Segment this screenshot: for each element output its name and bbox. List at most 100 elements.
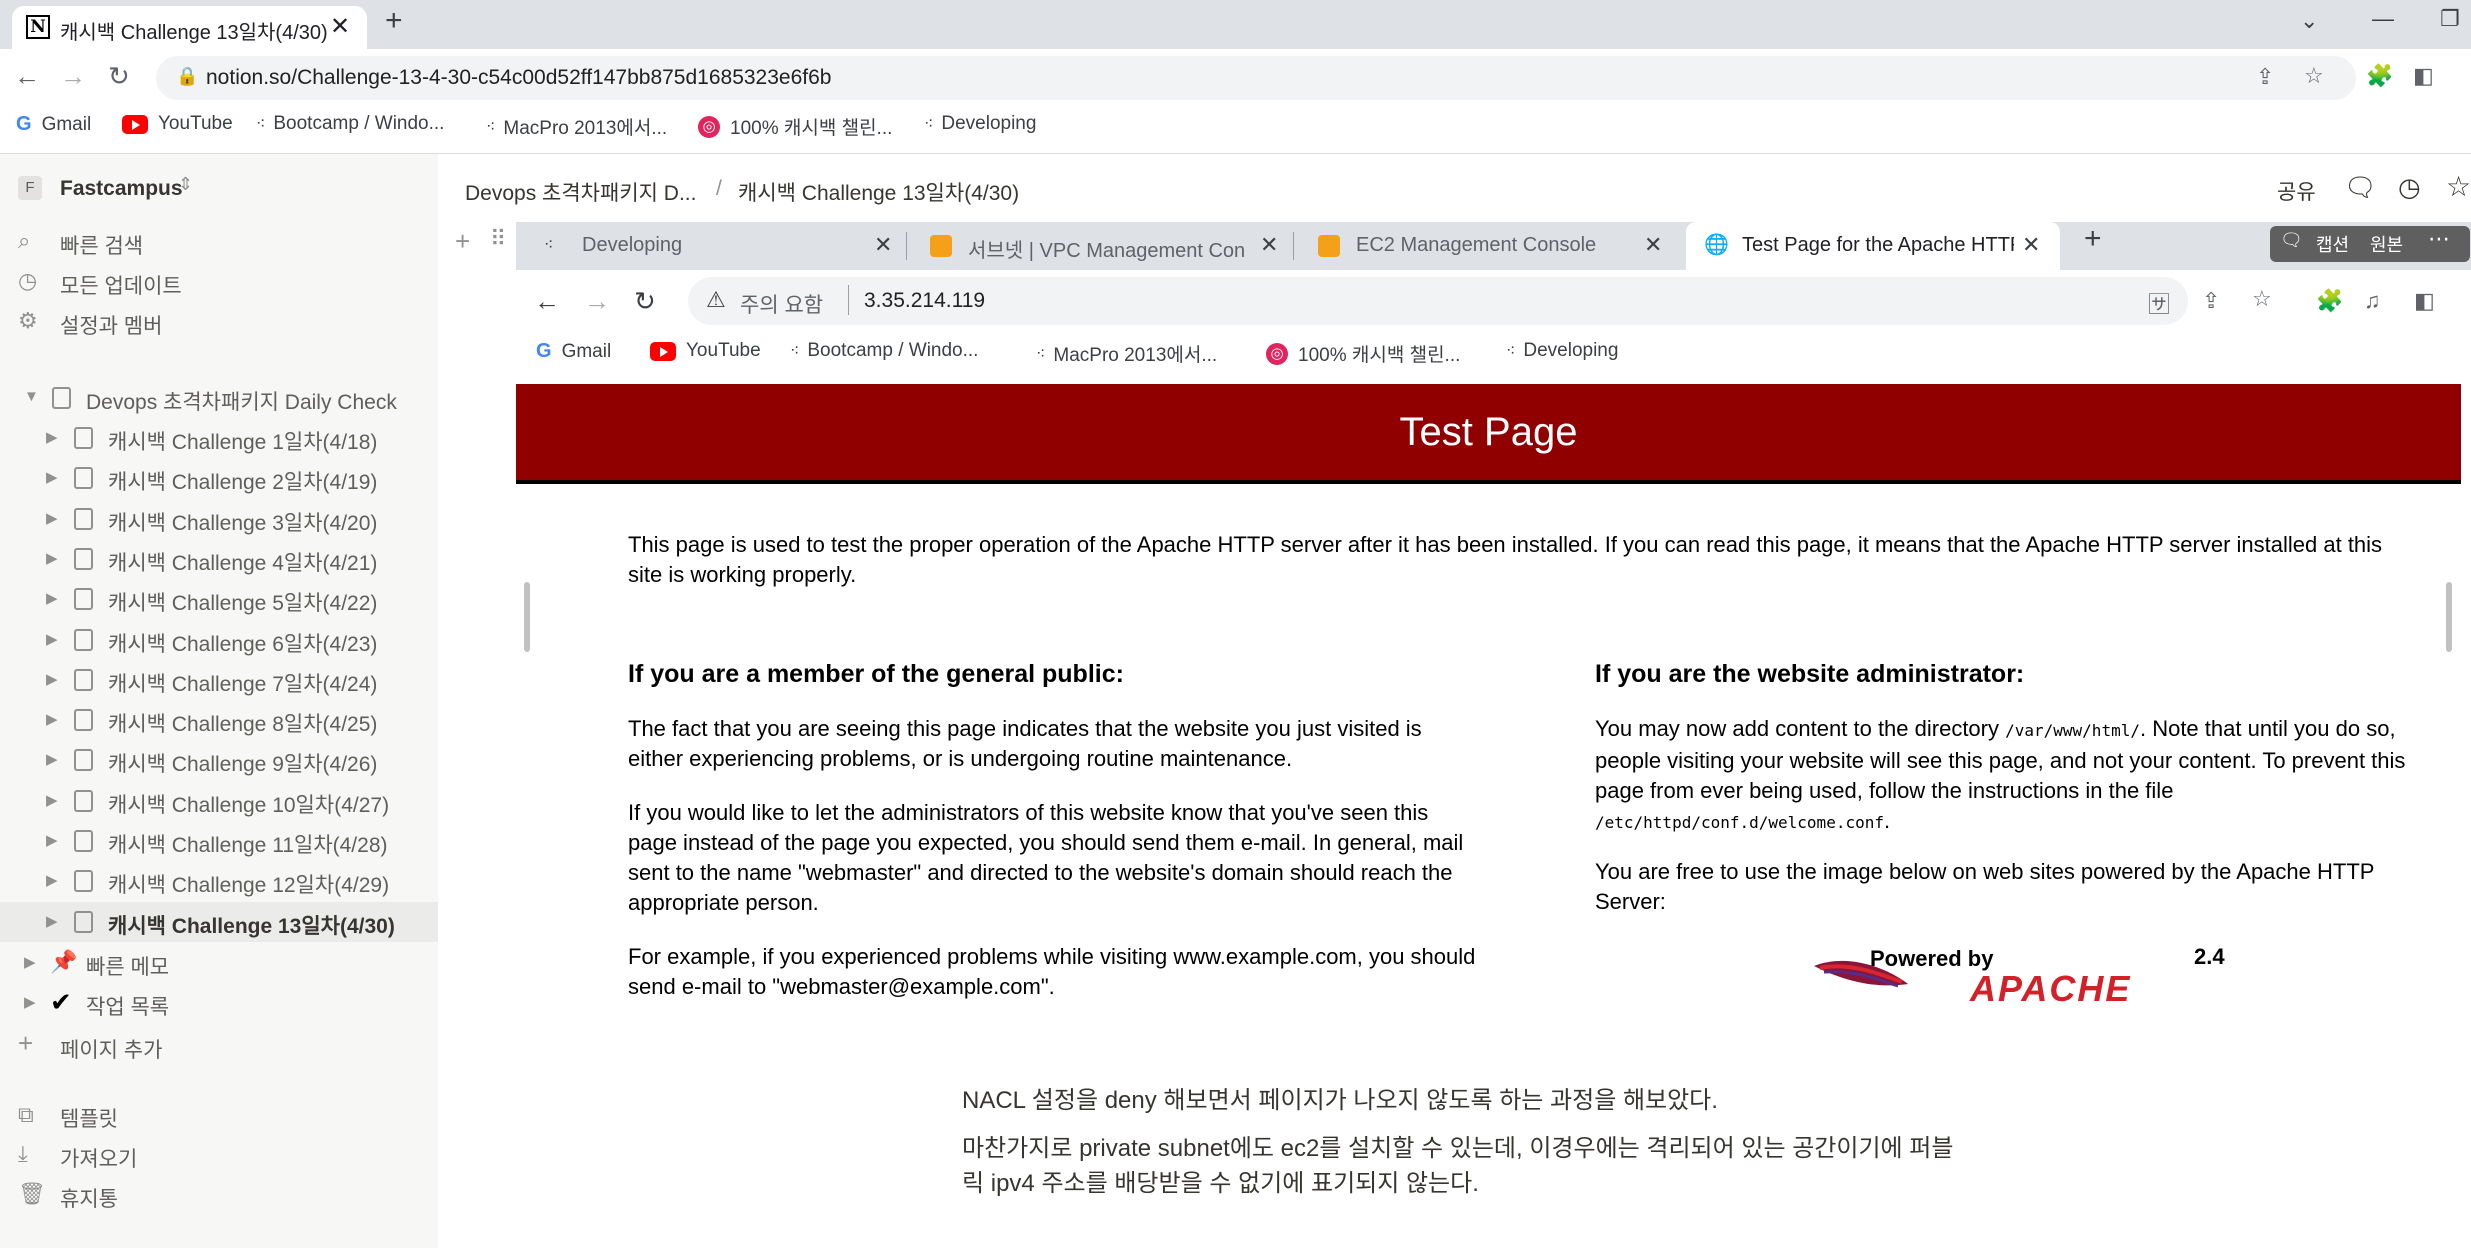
workspace-switcher[interactable]: Fastcampus [60, 177, 183, 201]
extensions-puzzle-icon[interactable]: 🧩 [2366, 63, 2393, 89]
security-warning-text[interactable]: 주의 요함 [740, 289, 823, 319]
sidebar-item-challenge[interactable]: ▶ 캐시백 Challenge 9일차(4/26) [0, 740, 438, 780]
bookmark-cashback[interactable]: ◎ 100% 캐시백 챌린... [698, 113, 892, 140]
share-button[interactable]: 공유 [2277, 176, 2316, 206]
sidebar-item-quick-memo[interactable]: ▶ 📌 빠른 메모 [0, 943, 438, 983]
chevron-right-icon[interactable]: ▶ [46, 589, 58, 607]
side-panel-icon[interactable]: ◧ [2413, 63, 2434, 89]
bookmark-youtube[interactable]: YouTube [650, 340, 761, 362]
inner-tab-ec2[interactable]: EC2 Management Console ✕ [1300, 222, 1680, 270]
chevron-right-icon[interactable]: ▶ [46, 791, 58, 809]
add-page-button[interactable]: 페이지 추가 [60, 1034, 162, 1064]
reload-icon[interactable]: ↻ [108, 61, 130, 92]
sidebar-item-challenge[interactable]: ▶ 캐시백 Challenge 13일차(4/30) [0, 901, 438, 942]
share-page-icon[interactable]: ⇪ [2202, 288, 2220, 314]
sidebar-item-challenge[interactable]: ▶ 캐시백 Challenge 3일차(4/20) [0, 499, 438, 539]
bookmark-bootcamp[interactable]: ⁖ Bootcamp / Windo... [790, 340, 978, 362]
forward-arrow-icon[interactable]: → [60, 61, 86, 92]
sidebar-item-challenge[interactable]: ▶ 캐시백 Challenge 1일차(4/18) [0, 418, 438, 458]
bookmark-developing[interactable]: ⁖ Developing [924, 113, 1036, 135]
drag-handle-icon[interactable]: ⠿ [490, 226, 506, 252]
bookmark-macpro[interactable]: ⁖ MacPro 2013에서... [486, 113, 667, 140]
share-page-icon[interactable]: ⇪ [2256, 64, 2274, 90]
more-icon[interactable]: ⋯ [2428, 226, 2450, 252]
chevron-right-icon[interactable]: ▶ [46, 428, 58, 446]
side-panel-icon[interactable]: ◧ [2414, 288, 2435, 314]
inner-tab-developing[interactable]: ⁖ Developing ✕ [526, 222, 900, 270]
chevron-right-icon[interactable]: ▶ [24, 993, 36, 1011]
bookmark-star-icon[interactable]: ☆ [2252, 286, 2272, 312]
bookmark-gmail[interactable]: G Gmail [536, 340, 611, 363]
chevron-right-icon[interactable]: ▶ [24, 953, 36, 971]
right-scroll-indicator[interactable] [2446, 582, 2452, 652]
chevron-right-icon[interactable]: ▶ [46, 831, 58, 849]
back-arrow-icon[interactable]: ← [534, 286, 560, 317]
sidebar-item-challenge[interactable]: ▶ 캐시백 Challenge 10일차(4/27) [0, 781, 438, 821]
left-scroll-indicator[interactable] [524, 582, 530, 652]
chevron-right-icon[interactable]: ▶ [46, 549, 58, 567]
close-tab-icon[interactable]: ✕ [1644, 232, 1662, 258]
history-clock-icon[interactable]: ◷ [2398, 172, 2421, 203]
templates-link[interactable]: 템플릿 [60, 1103, 118, 1133]
chevron-right-icon[interactable]: ▶ [46, 670, 58, 688]
favorite-star-icon[interactable]: ☆ [2446, 170, 2471, 203]
sidebar-item-challenge[interactable]: ▶ 캐시백 Challenge 12일차(4/29) [0, 861, 438, 901]
close-tab-icon[interactable]: ✕ [1260, 232, 1278, 258]
sidebar-item-task-list[interactable]: ▶ ✔ 작업 목록 [0, 983, 438, 1023]
bookmark-youtube[interactable]: YouTube [122, 113, 233, 135]
sidebar-item-challenge[interactable]: ▶ 캐시백 Challenge 11일차(4/28) [0, 821, 438, 861]
sidebar-item-challenge[interactable]: ▶ 캐시백 Challenge 4일차(4/21) [0, 539, 438, 579]
close-tab-icon[interactable]: ✕ [874, 232, 892, 258]
inner-address-bar[interactable]: ⚠ 주의 요함 3.35.214.119 🈂 [688, 277, 2188, 325]
restore-window-button[interactable]: ❐ [2440, 6, 2460, 32]
minimize-window-button[interactable]: — [2372, 6, 2394, 32]
bookmark-bootcamp[interactable]: ⁖ Bootcamp / Windo... [256, 113, 444, 135]
sidebar-item-challenge[interactable]: ▶ 캐시백 Challenge 2일차(4/19) [0, 458, 438, 498]
back-arrow-icon[interactable]: ← [14, 61, 40, 92]
chevron-down-icon[interactable]: ▼ [24, 388, 39, 405]
reload-icon[interactable]: ↻ [634, 286, 656, 317]
chevron-right-icon[interactable]: ▶ [46, 710, 58, 728]
bookmark-star-icon[interactable]: ☆ [2304, 63, 2324, 89]
note-line-2a[interactable]: 마찬가지로 private subnet에도 ec2를 설치할 수 있는데, 이… [962, 1128, 1953, 1163]
new-tab-button[interactable]: + [385, 4, 403, 38]
media-control-icon[interactable]: ♫ [2364, 288, 2381, 314]
settings-members-link[interactable]: 설정과 멤버 [60, 310, 162, 340]
tab-search-chevron-icon[interactable]: ⌄ [2300, 8, 2318, 34]
close-tab-icon[interactable]: ✕ [330, 12, 350, 41]
quick-search-link[interactable]: 빠른 검색 [60, 230, 143, 260]
bookmark-macpro[interactable]: ⁖ MacPro 2013에서... [1036, 340, 1217, 367]
close-tab-icon[interactable]: ✕ [2022, 232, 2040, 258]
sidebar-item-challenge[interactable]: ▶ 캐시백 Challenge 5일차(4/22) [0, 579, 438, 619]
note-line-2b[interactable]: 릭 ipv4 주소를 배당받을 수 없기에 표기되지 않는다. [962, 1163, 1479, 1198]
bookmark-cashback[interactable]: ◎ 100% 캐시백 챌린... [1266, 340, 1460, 367]
extensions-puzzle-icon[interactable]: 🧩 [2316, 288, 2343, 314]
chevron-right-icon[interactable]: ▶ [46, 468, 58, 486]
sidebar-item-challenge[interactable]: ▶ 캐시백 Challenge 6일차(4/23) [0, 620, 438, 660]
outer-active-tab[interactable]: N 캐시백 Challenge 13일차(4/30) ✕ [12, 6, 367, 49]
chevron-right-icon[interactable]: ▶ [46, 912, 58, 930]
sidebar-item-challenge[interactable]: ▶ 캐시백 Challenge 8일차(4/25) [0, 700, 438, 740]
chevron-right-icon[interactable]: ▶ [46, 750, 58, 768]
inner-new-tab-button[interactable]: + [2084, 222, 2102, 256]
inner-tab-vpc[interactable]: 서브넷 | VPC Management Con ✕ [912, 222, 1290, 270]
import-link[interactable]: 가져오기 [60, 1143, 137, 1173]
comment-icon[interactable]: 🗨 [2344, 172, 2377, 203]
sidebar-item-challenge[interactable]: ▶ 캐시백 Challenge 7일차(4/24) [0, 660, 438, 700]
breadcrumb-current[interactable]: 캐시백 Challenge 13일차(4/30) [738, 177, 1019, 207]
bookmark-gmail[interactable]: G Gmail [16, 113, 91, 136]
chevron-right-icon[interactable]: ▶ [46, 871, 58, 889]
all-updates-link[interactable]: 모든 업데이트 [60, 270, 182, 300]
original-button[interactable]: 원본 [2370, 231, 2403, 257]
caption-button[interactable]: 캡션 [2316, 231, 2349, 257]
breadcrumb-parent[interactable]: Devops 초격차패키지 D... [465, 177, 696, 207]
note-line-1[interactable]: NACL 설정을 deny 해보면서 페이지가 나오지 않도록 하는 과정을 해… [962, 1080, 1718, 1115]
chevron-updown-icon[interactable]: ⇕ [178, 174, 193, 195]
bookmark-developing[interactable]: ⁖ Developing [1506, 340, 1618, 362]
chevron-right-icon[interactable]: ▶ [46, 630, 58, 648]
block-add-plus-icon[interactable]: + [455, 226, 470, 257]
forward-arrow-icon[interactable]: → [584, 286, 610, 317]
sidebar-item-parent[interactable]: ▼ Devops 초격차패키지 Daily Check [0, 378, 438, 418]
inner-tab-apache-test[interactable]: 🌐 Test Page for the Apache HTTP ✕ [1686, 222, 2060, 270]
outer-address-bar[interactable]: 🔒 notion.so/Challenge-13-4-30-c54c00d52f… [156, 56, 2356, 100]
